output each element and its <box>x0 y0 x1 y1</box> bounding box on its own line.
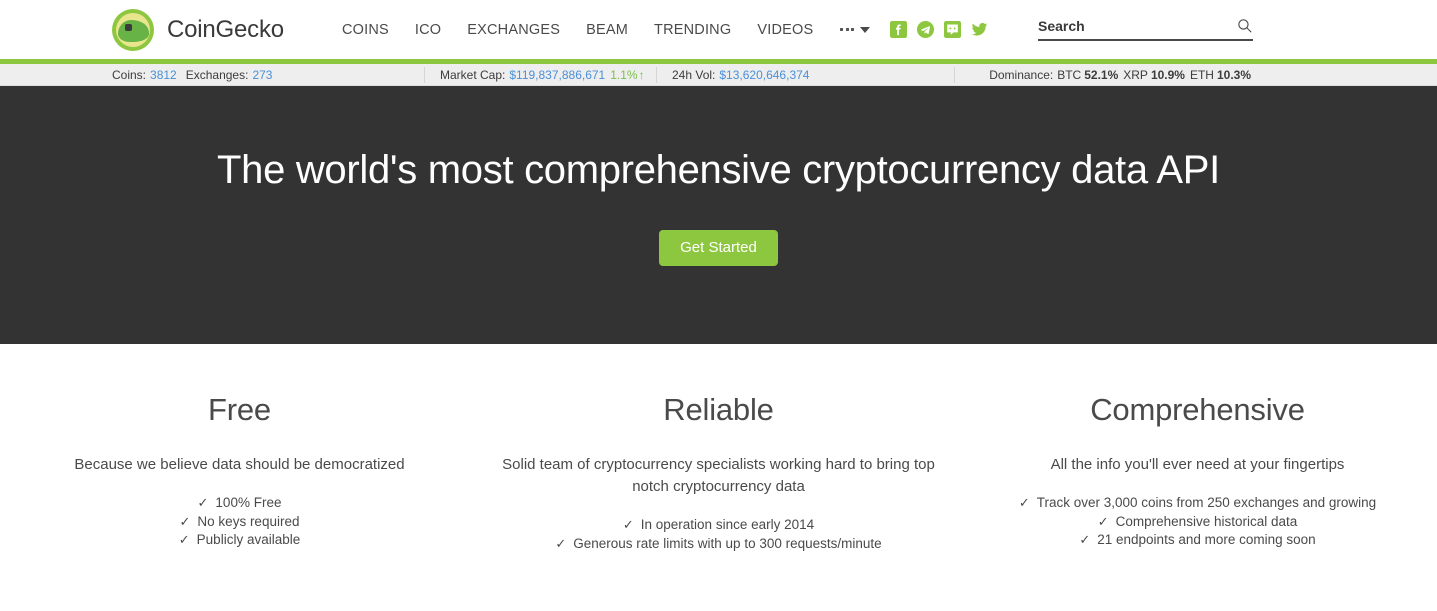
more-menu-button[interactable] <box>826 26 880 33</box>
feature-column-free: Free Because we believe data should be d… <box>0 392 479 553</box>
get-started-button[interactable]: Get Started <box>659 230 778 266</box>
brand-name: CoinGecko <box>167 15 284 43</box>
stats-24h-volume: 24h Vol: $13,620,646,374 <box>672 64 809 86</box>
list-item-label: 100% Free <box>215 495 282 510</box>
market-cap-change: 1.1% <box>610 68 638 82</box>
list-item-label: 21 endpoints and more coming soon <box>1097 532 1316 547</box>
dominance-xrp-label: XRP <box>1123 68 1148 82</box>
feature-title: Comprehensive <box>1090 392 1305 427</box>
feature-title: Free <box>208 392 271 427</box>
nav-ico[interactable]: ICO <box>402 22 454 38</box>
check-icon: ✓ <box>1079 532 1091 547</box>
coingecko-logo-icon <box>112 8 154 51</box>
list-item-label: In operation since early 2014 <box>640 517 815 532</box>
coins-label: Coins: <box>112 68 147 82</box>
dominance-xrp-value: 10.9% <box>1150 68 1185 82</box>
page-title: The world's most comprehensive cryptocur… <box>217 148 1220 192</box>
dominance-eth-label: ETH <box>1189 68 1214 82</box>
list-item: ✓ 21 endpoints and more coming soon <box>978 531 1417 550</box>
discord-icon[interactable] <box>944 21 962 38</box>
nav-beam[interactable]: BEAM <box>573 22 641 38</box>
telegram-icon[interactable] <box>917 21 935 38</box>
check-icon: ✓ <box>197 495 209 510</box>
logo-link[interactable]: CoinGecko <box>112 8 284 51</box>
feature-column-reliable: Reliable Solid team of cryptocurrency sp… <box>479 392 958 553</box>
features-section: Free Because we believe data should be d… <box>0 344 1437 553</box>
feature-list: ✓ Track over 3,000 coins from 250 exchang… <box>978 494 1417 550</box>
search-box[interactable] <box>1038 17 1253 41</box>
stats-dominance: Dominance: BTC 52.1% XRP 10.9% ETH 10.3% <box>989 64 1251 86</box>
list-item-label: Generous rate limits with up to 300 requ… <box>573 535 882 551</box>
feature-column-comprehensive: Comprehensive All the info you'll ever n… <box>958 392 1437 553</box>
nav-coins[interactable]: COINS <box>329 22 402 38</box>
search-input[interactable] <box>1038 17 1236 34</box>
ellipsis-icon <box>840 28 855 31</box>
list-item: ✓ Comprehensive historical data <box>978 513 1417 532</box>
volume-label: 24h Vol: <box>672 68 716 82</box>
check-icon: ✓ <box>1097 513 1109 529</box>
main-navigation: COINS ICO EXCHANGES BEAM TRENDING VIDEOS <box>329 21 988 38</box>
dominance-btc-label: BTC <box>1057 68 1082 82</box>
list-item: ✓ Track over 3,000 coins from 250 exchang… <box>978 494 1417 513</box>
exchanges-label: Exchanges: <box>185 68 249 82</box>
nav-videos[interactable]: VIDEOS <box>744 22 826 38</box>
market-cap-value[interactable]: $119,837,886,671 <box>509 68 605 82</box>
feature-title: Reliable <box>663 392 774 427</box>
hero-section: The world's most comprehensive cryptocur… <box>0 86 1437 344</box>
dominance-eth-value: 10.3% <box>1216 68 1251 82</box>
feature-description: Because we believe data should be democr… <box>74 456 405 473</box>
feature-description: Solid team of cryptocurrency specialists… <box>502 456 935 495</box>
feature-list: ✓ In operation since early 2014 ✓ Generous… <box>499 516 938 553</box>
exchanges-value[interactable]: 273 <box>252 68 272 82</box>
dominance-btc-value: 52.1% <box>1084 68 1119 82</box>
trend-up-icon: ↑ <box>638 68 645 82</box>
stats-coins-exchanges: Coins: 3812 Exchanges: 273 <box>112 64 272 86</box>
stats-market-cap: Market Cap: $119,837,886,671 1.1% ↑ <box>440 64 645 86</box>
site-header: CoinGecko COINS ICO EXCHANGES BEAM TREND… <box>0 0 1437 59</box>
coins-value[interactable]: 3812 <box>150 68 177 82</box>
nav-exchanges[interactable]: EXCHANGES <box>454 22 573 38</box>
market-stats-bar: Coins: 3812 Exchanges: 273 Market Cap: $… <box>0 64 1437 86</box>
social-links <box>890 21 988 38</box>
dominance-label: Dominance: <box>989 68 1054 82</box>
list-item-label: Publicly available <box>196 532 301 547</box>
feature-list: ✓ 100% Free ✓ No keys required ✓ Publicly a… <box>20 494 459 550</box>
list-item: ✓ Generous rate limits with up to 300 req… <box>499 535 938 554</box>
check-icon: ✓ <box>1018 495 1030 510</box>
list-item-label: Track over 3,000 coins from 250 exchange… <box>1036 495 1377 510</box>
market-cap-label: Market Cap: <box>440 68 506 82</box>
list-item: ✓ In operation since early 2014 <box>499 516 938 535</box>
list-item: ✓ Publicly available <box>20 531 459 550</box>
twitter-icon[interactable] <box>971 21 988 38</box>
list-item: ✓ 100% Free <box>20 494 459 513</box>
chevron-down-icon <box>860 26 871 33</box>
check-icon: ✓ <box>178 532 190 547</box>
check-icon: ✓ <box>555 535 567 551</box>
facebook-icon[interactable] <box>890 21 908 38</box>
list-item-label: No keys required <box>197 513 300 529</box>
list-item-label: Comprehensive historical data <box>1115 513 1298 529</box>
search-icon[interactable] <box>1236 17 1253 34</box>
check-icon: ✓ <box>622 517 634 532</box>
list-item: ✓ No keys required <box>20 513 459 532</box>
check-icon: ✓ <box>179 513 191 529</box>
nav-trending[interactable]: TRENDING <box>641 22 744 38</box>
volume-value[interactable]: $13,620,646,374 <box>719 68 809 82</box>
feature-description: All the info you'll ever need at your fi… <box>1050 456 1345 473</box>
